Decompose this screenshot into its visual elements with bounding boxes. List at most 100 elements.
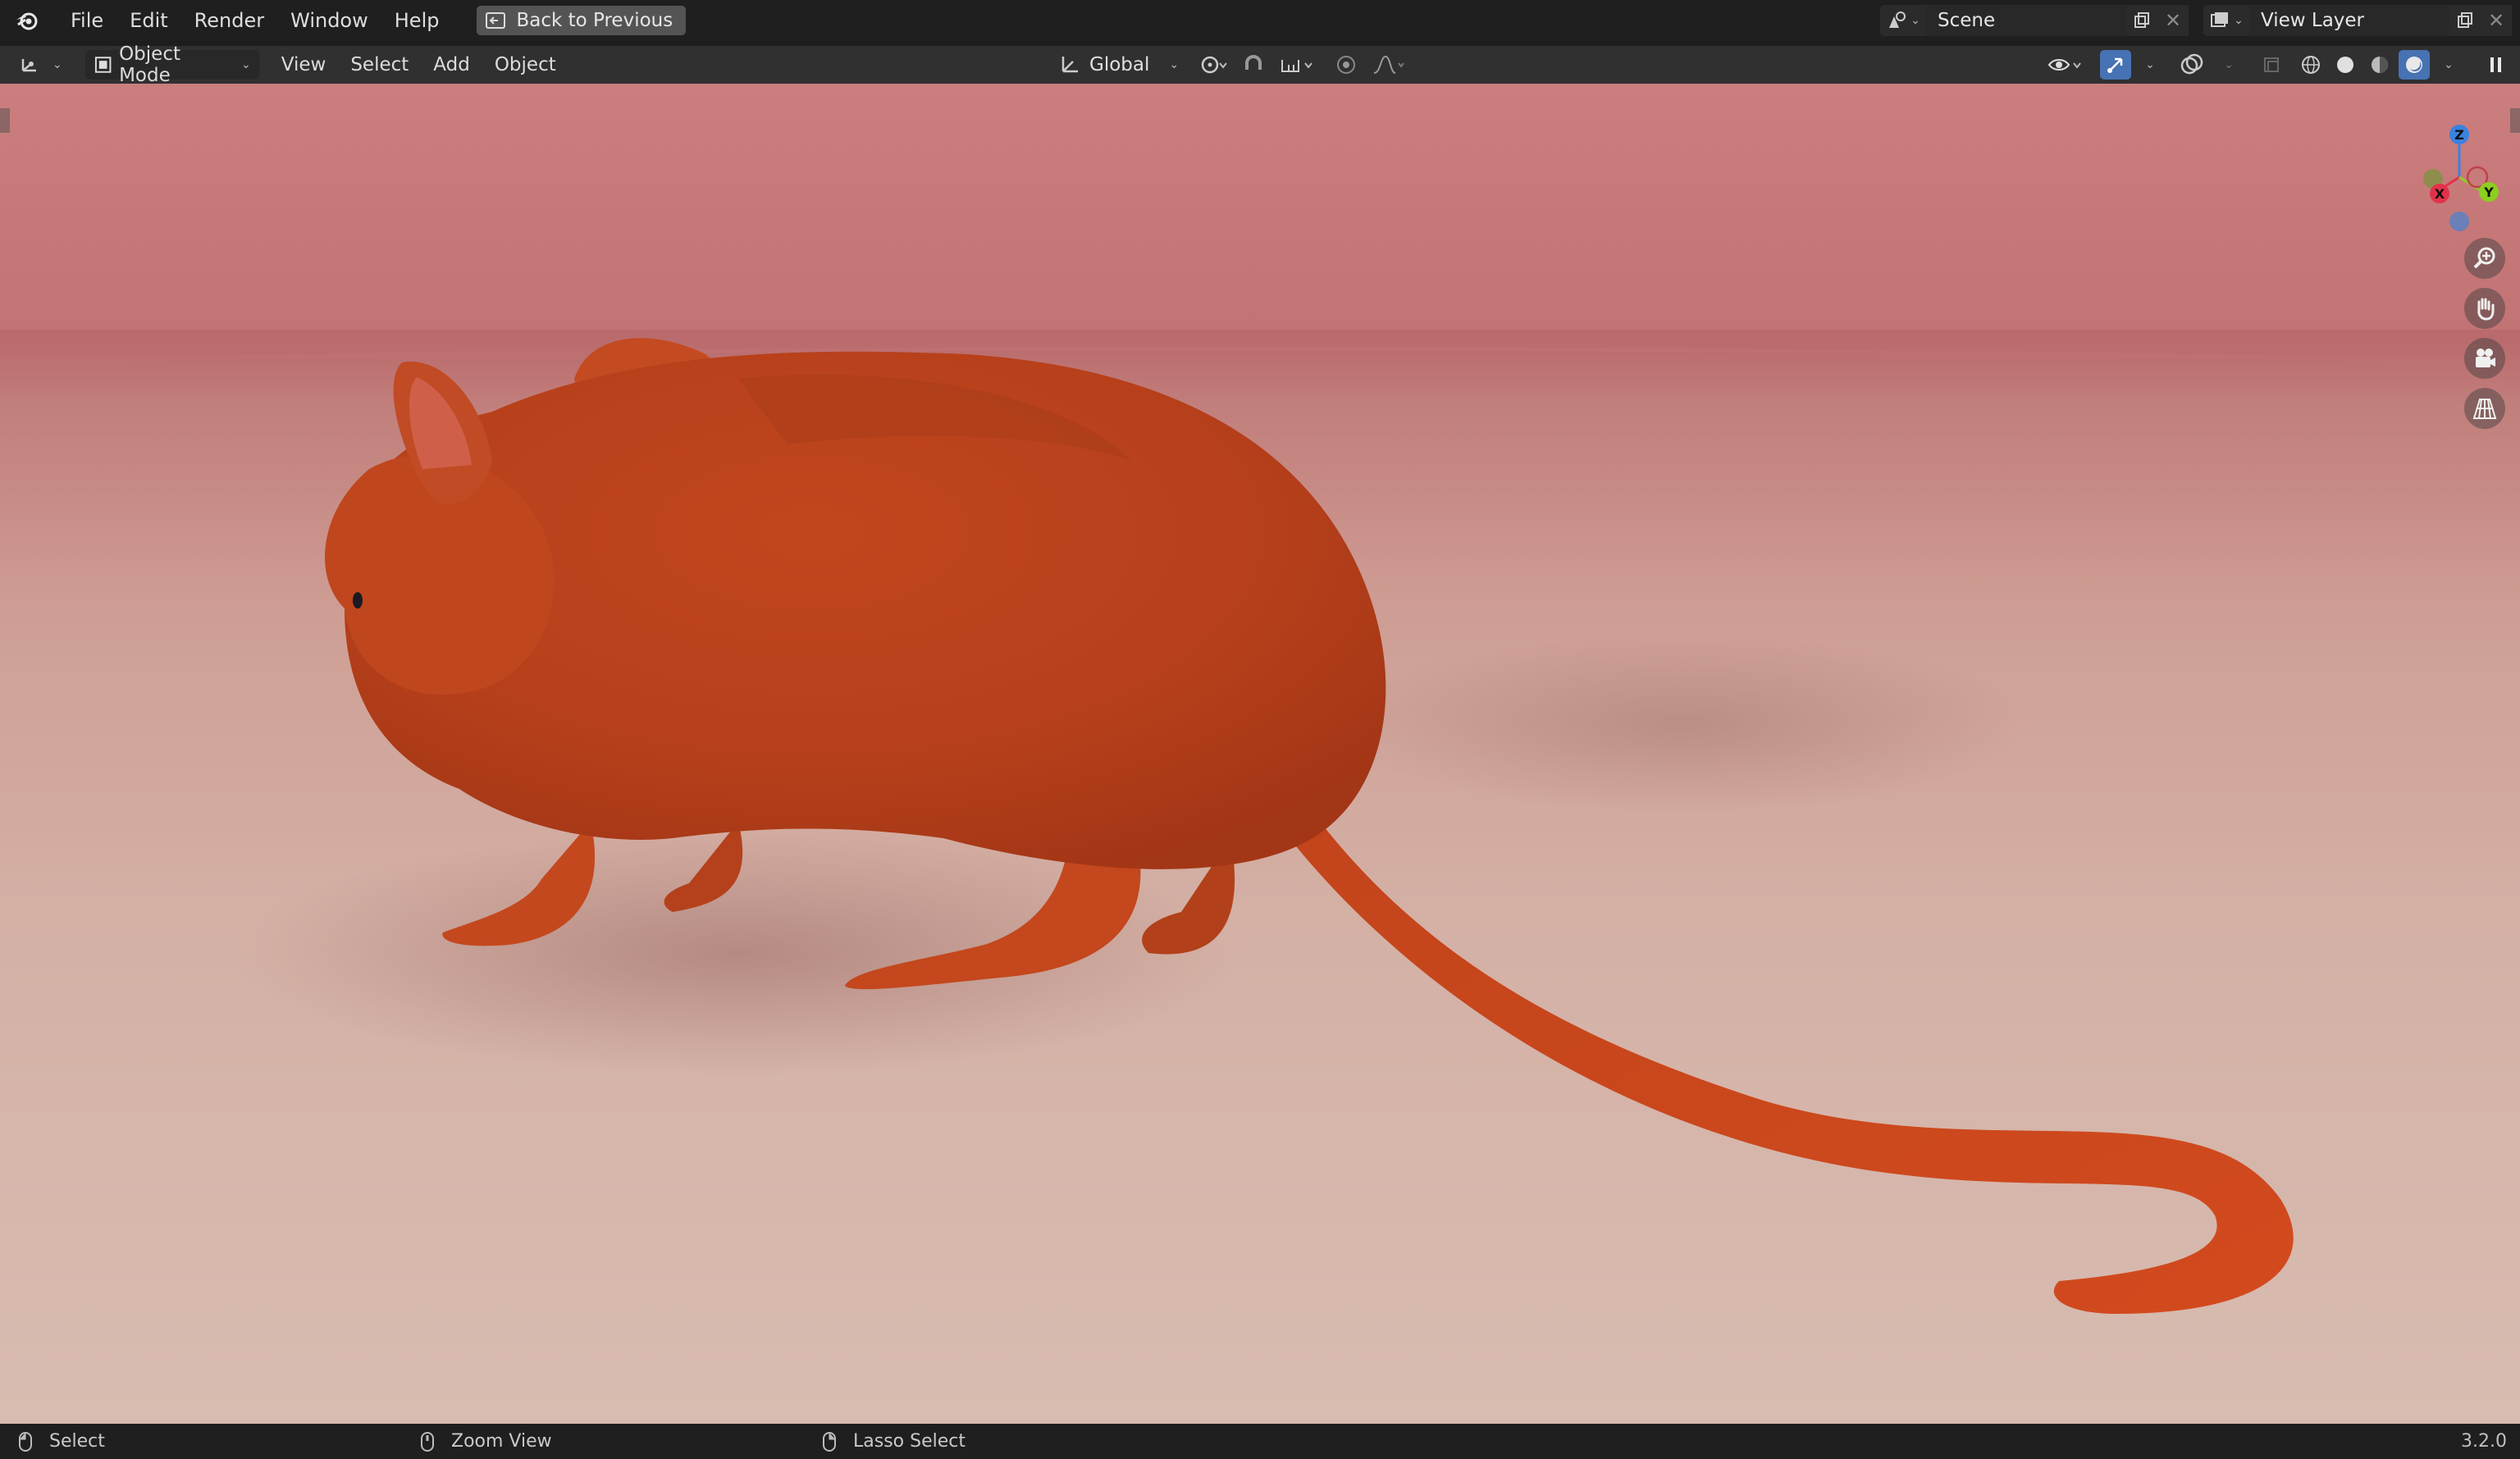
chevron-down-icon: ⌄ [1911, 14, 1920, 27]
version-label: 3.2.0 [2461, 1431, 2507, 1452]
close-icon: ✕ [2164, 9, 2182, 32]
camera-view-button[interactable] [2464, 338, 2505, 379]
eye-icon [2048, 59, 2081, 71]
object-mode-icon [94, 57, 112, 73]
solid-sphere-icon [2337, 57, 2353, 73]
proportional-falloff-selector[interactable] [1367, 50, 1410, 80]
chevron-down-icon: ⌄ [2224, 58, 2234, 71]
shading-wireframe-button[interactable] [2295, 50, 2326, 80]
chevron-down-icon: ⌄ [241, 58, 251, 71]
visibility-selector[interactable] [2043, 50, 2089, 80]
gizmo-z-label: Z [2454, 127, 2464, 143]
shading-solid-button[interactable] [2330, 50, 2361, 80]
menu-render[interactable]: Render [181, 0, 277, 41]
sidebar-collapse-tab[interactable] [2510, 108, 2520, 133]
shading-material-button[interactable] [2364, 50, 2395, 80]
chevron-down-icon: ⌄ [52, 58, 62, 71]
view-layer-name-field[interactable]: View Layer [2249, 5, 2449, 36]
status-lasso-label: Lasso Select [853, 1431, 966, 1452]
xray-icon [2264, 57, 2279, 72]
blender-logo-icon[interactable] [13, 7, 41, 34]
workspace-selectors: ⌄ Scene ✕ ⌄ View Layer ✕ [1880, 0, 2520, 41]
gizmo-toggle[interactable] [2100, 50, 2131, 80]
header-menu-object[interactable]: Object [482, 54, 568, 75]
mode-selector[interactable]: Object Mode ⌄ [84, 43, 259, 86]
menu-edit[interactable]: Edit [116, 0, 180, 41]
header-menu-view[interactable]: View [269, 54, 339, 75]
proportional-editing-toggle[interactable] [1328, 50, 1364, 80]
shading-options-dropdown[interactable]: ⌄ [2433, 50, 2463, 80]
delete-view-layer-button[interactable]: ✕ [2481, 5, 2512, 36]
gizmo-options-dropdown[interactable]: ⌄ [2134, 50, 2164, 80]
scene-name-field[interactable]: Scene [1926, 5, 2126, 36]
back-to-previous-button[interactable]: Back to Previous [477, 6, 687, 35]
view-layer-browse-button[interactable]: ⌄ [2203, 5, 2249, 36]
view-layer-icon [2211, 12, 2229, 27]
gizmo-y-label: Y [2483, 185, 2494, 200]
back-to-previous-label: Back to Previous [516, 10, 673, 31]
status-bar: Select Zoom View Lasso Select 3.2.0 [0, 1424, 2520, 1459]
overlays-icon [2180, 53, 2203, 75]
pan-view-button[interactable] [2464, 288, 2505, 329]
status-lasso-hint: Lasso Select [822, 1431, 966, 1452]
magnet-icon [1245, 55, 1262, 70]
duplicate-icon [2458, 12, 2472, 28]
transform-orientation-selector[interactable]: Global ⌄ [1052, 50, 1185, 80]
snap-target-selector[interactable] [1276, 50, 1318, 80]
new-view-layer-button[interactable] [2449, 5, 2481, 36]
snap-increment-icon [1281, 60, 1312, 72]
top-menu-bar: File Edit Render Window Help Back to Pre… [0, 0, 2520, 41]
mouse-left-icon [19, 1431, 32, 1452]
pivot-point-selector[interactable] [1194, 50, 1233, 80]
mouse-right-icon [823, 1431, 836, 1452]
scene-selector: ⌄ Scene ✕ [1880, 5, 2189, 36]
zoom-view-button[interactable] [2464, 238, 2505, 279]
editor-type-button[interactable]: ⌄ [11, 50, 71, 80]
camera-icon [2476, 349, 2495, 367]
scene-browse-button[interactable]: ⌄ [1880, 5, 1926, 36]
duplicate-icon [2134, 12, 2149, 28]
toolbar-collapse-tab[interactable] [0, 108, 10, 133]
rendered-scene [0, 338, 2520, 1314]
header-menu-select[interactable]: Select [338, 54, 421, 75]
shading-rendered-button[interactable] [2399, 50, 2430, 80]
navigation-gizmo[interactable]: Z X Y [2407, 102, 2505, 233]
chevron-down-icon: ⌄ [2234, 14, 2244, 27]
back-screen-icon [486, 12, 506, 29]
status-select-hint: Select [18, 1431, 105, 1452]
overlays-options-dropdown[interactable]: ⌄ [2213, 50, 2243, 80]
overlays-toggle[interactable] [2174, 50, 2210, 80]
view-layer-selector: ⌄ View Layer ✕ [2203, 5, 2512, 36]
viewport-display-tools: ⌄ ⌄ ⌄ [2043, 46, 2512, 84]
proportional-edit-icon [1337, 56, 1356, 74]
close-icon: ✕ [2487, 9, 2505, 32]
status-zoom-label: Zoom View [451, 1431, 552, 1452]
rendered-sphere-icon [2406, 57, 2422, 73]
chevron-down-icon: ⌄ [1169, 58, 1180, 71]
pivot-point-icon [1201, 56, 1227, 74]
snapping-toggle[interactable] [1236, 50, 1272, 80]
zoom-icon [2473, 247, 2495, 269]
delete-scene-button[interactable]: ✕ [2157, 5, 2189, 36]
orientation-global-icon [1061, 57, 1078, 73]
perspective-toggle-button[interactable] [2464, 388, 2505, 429]
gizmo-x-label: X [2435, 186, 2445, 202]
orientation-label: Global [1089, 54, 1150, 75]
pause-render-button[interactable] [2481, 50, 2512, 80]
grid-ortho-icon [2472, 399, 2497, 419]
transform-tools: Global ⌄ [1052, 46, 1410, 84]
gizmo-icon [2107, 57, 2123, 73]
wireframe-sphere-icon [2302, 56, 2320, 74]
menu-window[interactable]: Window [277, 0, 381, 41]
menu-help[interactable]: Help [381, 0, 453, 41]
material-sphere-icon [2372, 57, 2388, 73]
falloff-curve-icon [1373, 55, 1404, 74]
mouse-middle-icon [421, 1431, 434, 1452]
chevron-down-icon: ⌄ [2444, 58, 2454, 71]
header-menu-add[interactable]: Add [421, 54, 482, 75]
new-scene-button[interactable] [2126, 5, 2157, 36]
menu-file[interactable]: File [57, 0, 116, 41]
xray-toggle[interactable] [2256, 50, 2287, 80]
3d-viewport[interactable]: Z X Y [0, 84, 2520, 1424]
gizmo-neg-z-axis[interactable] [2449, 212, 2469, 231]
